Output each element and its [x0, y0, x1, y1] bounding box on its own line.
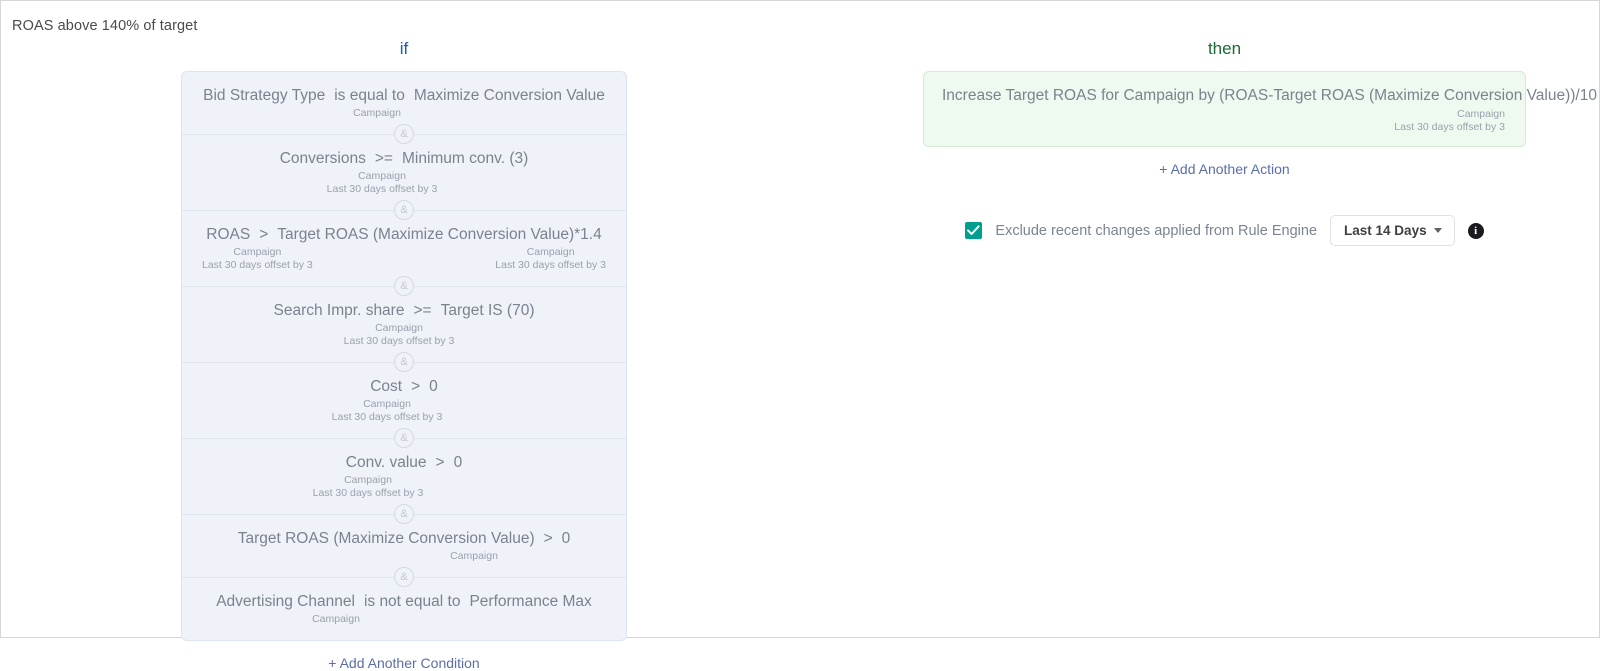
- sub-label: Campaign: [363, 398, 411, 410]
- sub-label: Campaign: [312, 613, 360, 625]
- condition-operator: >=: [413, 302, 432, 319]
- and-connector-badge: &: [394, 276, 414, 296]
- condition-value-sub-labels: Campaign Last 30 days offset by 3: [495, 246, 606, 272]
- info-icon[interactable]: i: [1467, 222, 1484, 239]
- condition-expression: Bid Strategy Type is equal to Maximize Con…: [196, 86, 612, 106]
- condition-expression: Conversions >= Minimum conv. (3): [196, 149, 612, 169]
- condition-sub-labels: Campaign: [196, 107, 612, 120]
- condition-field: ROAS: [206, 226, 251, 243]
- condition-operator: >: [435, 454, 445, 471]
- condition-row[interactable]: & Cost >0 Campaign Last 30 days offset by 3: [182, 352, 626, 438]
- condition-field: Bid Strategy Type: [203, 87, 326, 104]
- condition-operator: >: [543, 530, 553, 547]
- condition-operator: >: [259, 226, 269, 243]
- sub-label: Last 30 days offset by 3: [312, 487, 424, 499]
- condition-row[interactable]: & ROAS > Target ROAS (Maximize Conversion V…: [182, 200, 626, 286]
- rule-title: ROAS above 140% of target: [12, 18, 198, 34]
- chevron-down-icon: [1433, 228, 1442, 233]
- sub-label: Campaign: [353, 107, 401, 119]
- condition-sub-labels: Campaign Last 30 days offset by 3: [196, 322, 612, 348]
- condition-field-sub-labels: Campaign Last 30 days offset by 3: [313, 474, 424, 500]
- condition-field: Target ROAS (Maximize Conversion Value): [237, 530, 535, 547]
- action-card[interactable]: Increase Target ROAS for Campaign by (RO…: [923, 71, 1597, 147]
- condition-expression: Search Impr. share >= Target IS (70): [196, 301, 612, 321]
- and-connector-badge: &: [394, 200, 414, 220]
- condition-field-sub-labels: Campaign Last 30 days offset by 3: [344, 322, 455, 348]
- condition-value: 0: [561, 530, 571, 547]
- condition-expression: Advertising Channel is not equal to Perfor…: [196, 592, 612, 612]
- then-heading: then: [1207, 39, 1242, 58]
- condition-operator: >=: [374, 150, 393, 167]
- add-another-action-link[interactable]: + Add Another Action: [923, 161, 1526, 177]
- if-column: if Bid Strategy Type is equal to Maximize …: [181, 39, 627, 671]
- sub-label: Last 30 days offset by 3: [1394, 121, 1505, 133]
- condition-field-sub-labels: Campaign: [450, 550, 498, 563]
- exclude-recent-changes-row: Exclude recent changes applied from Rule…: [923, 215, 1526, 246]
- exclude-recent-changes-label: Exclude recent changes applied from Rule…: [995, 222, 1318, 239]
- condition-sub-labels: Campaign Last 30 days offset by 3: [196, 398, 612, 424]
- action-text: Increase Target ROAS for Campaign by (RO…: [942, 87, 1597, 104]
- condition-row[interactable]: & Search Impr. share >= Target IS (70) Campa…: [182, 276, 626, 362]
- condition-field-sub-labels: Campaign: [312, 613, 360, 626]
- date-range-value: Last 14 Days: [1344, 223, 1427, 238]
- sub-label: Campaign: [1457, 108, 1505, 120]
- rule-editor-page: ROAS above 140% of target if Bid Strateg…: [0, 0, 1600, 671]
- condition-operator: >: [411, 378, 421, 395]
- condition-operator: is not equal to: [363, 593, 461, 610]
- sub-label: Last 30 days offset by 3: [343, 335, 455, 347]
- sub-label: Campaign: [344, 474, 392, 486]
- condition-value: Target ROAS (Maximize Conversion Value)*…: [277, 226, 602, 243]
- condition-value: 0: [429, 378, 438, 395]
- condition-sub-labels: Campaign Last 30 days offset by 3: [196, 170, 612, 196]
- sub-label: Last 30 days offset by 3: [326, 183, 438, 195]
- condition-row[interactable]: & Conversions >= Minimum conv. (3) Campaign L…: [182, 124, 626, 210]
- condition-value: Minimum conv. (3): [401, 150, 529, 167]
- sub-label: Campaign: [358, 170, 406, 182]
- condition-field: Conv. value: [345, 454, 427, 471]
- condition-sub-labels: Campaign Last 30 days offset by 3 Campaign…: [196, 246, 612, 272]
- condition-sub-labels: Campaign Last 30 days offset by 3: [196, 474, 612, 500]
- checkmark-icon: [967, 225, 981, 235]
- condition-row[interactable]: & Conv. value >0 Campaign Last 30 days offse…: [182, 428, 626, 514]
- sub-label: Campaign: [375, 322, 423, 334]
- and-connector-badge: &: [394, 428, 414, 448]
- condition-field-sub-labels: Campaign Last 30 days offset by 3: [327, 170, 438, 196]
- sub-label: Campaign: [233, 246, 282, 258]
- sub-label: Last 30 days offset by 3: [495, 259, 606, 271]
- sub-label: Campaign: [450, 550, 498, 562]
- condition-value: Performance Max: [469, 593, 592, 610]
- condition-row[interactable]: & Advertising Channel is not equal to Perfo…: [182, 567, 626, 640]
- condition-expression: Cost >0: [196, 377, 612, 397]
- condition-expression: ROAS > Target ROAS (Maximize Conversion Va…: [196, 225, 612, 245]
- condition-operator: is equal to: [334, 87, 405, 104]
- add-another-condition-link[interactable]: + Add Another Condition: [181, 655, 627, 671]
- condition-expression: Target ROAS (Maximize Conversion Value) >…: [196, 529, 612, 549]
- condition-sub-labels: Campaign: [196, 613, 612, 626]
- condition-field-sub-labels: Campaign Last 30 days offset by 3: [332, 398, 443, 424]
- sub-label: Last 30 days offset by 3: [202, 259, 313, 271]
- exclude-recent-changes-checkbox[interactable]: [965, 222, 983, 239]
- action-sub-labels: Campaign Last 30 days offset by 3: [942, 108, 1507, 134]
- condition-expression: Conv. value >0: [196, 453, 612, 473]
- condition-value: 0: [453, 454, 463, 471]
- and-connector-badge: &: [394, 124, 414, 144]
- condition-field-sub-labels: Campaign: [353, 107, 401, 120]
- condition-field-sub-labels: Campaign Last 30 days offset by 3: [202, 246, 313, 272]
- sub-label: Last 30 days offset by 3: [331, 411, 443, 423]
- condition-field: Conversions: [279, 150, 366, 167]
- if-heading: if: [399, 39, 409, 58]
- condition-field: Advertising Channel: [216, 593, 355, 610]
- condition-field: Cost: [370, 378, 403, 395]
- then-column: then Increase Target ROAS for Campaign b…: [923, 39, 1597, 246]
- conditions-card: Bid Strategy Type is equal to Maximize Con…: [181, 71, 627, 641]
- condition-value: Maximize Conversion Value: [413, 87, 605, 104]
- and-connector-badge: &: [394, 567, 414, 587]
- sub-label: Campaign: [526, 246, 575, 258]
- condition-value: Target IS (70): [440, 302, 535, 319]
- condition-field: Search Impr. share: [273, 302, 405, 319]
- and-connector-badge: &: [394, 504, 414, 524]
- and-connector-badge: &: [394, 352, 414, 372]
- condition-sub-labels: Campaign: [196, 550, 612, 563]
- date-range-dropdown[interactable]: Last 14 Days: [1330, 215, 1455, 246]
